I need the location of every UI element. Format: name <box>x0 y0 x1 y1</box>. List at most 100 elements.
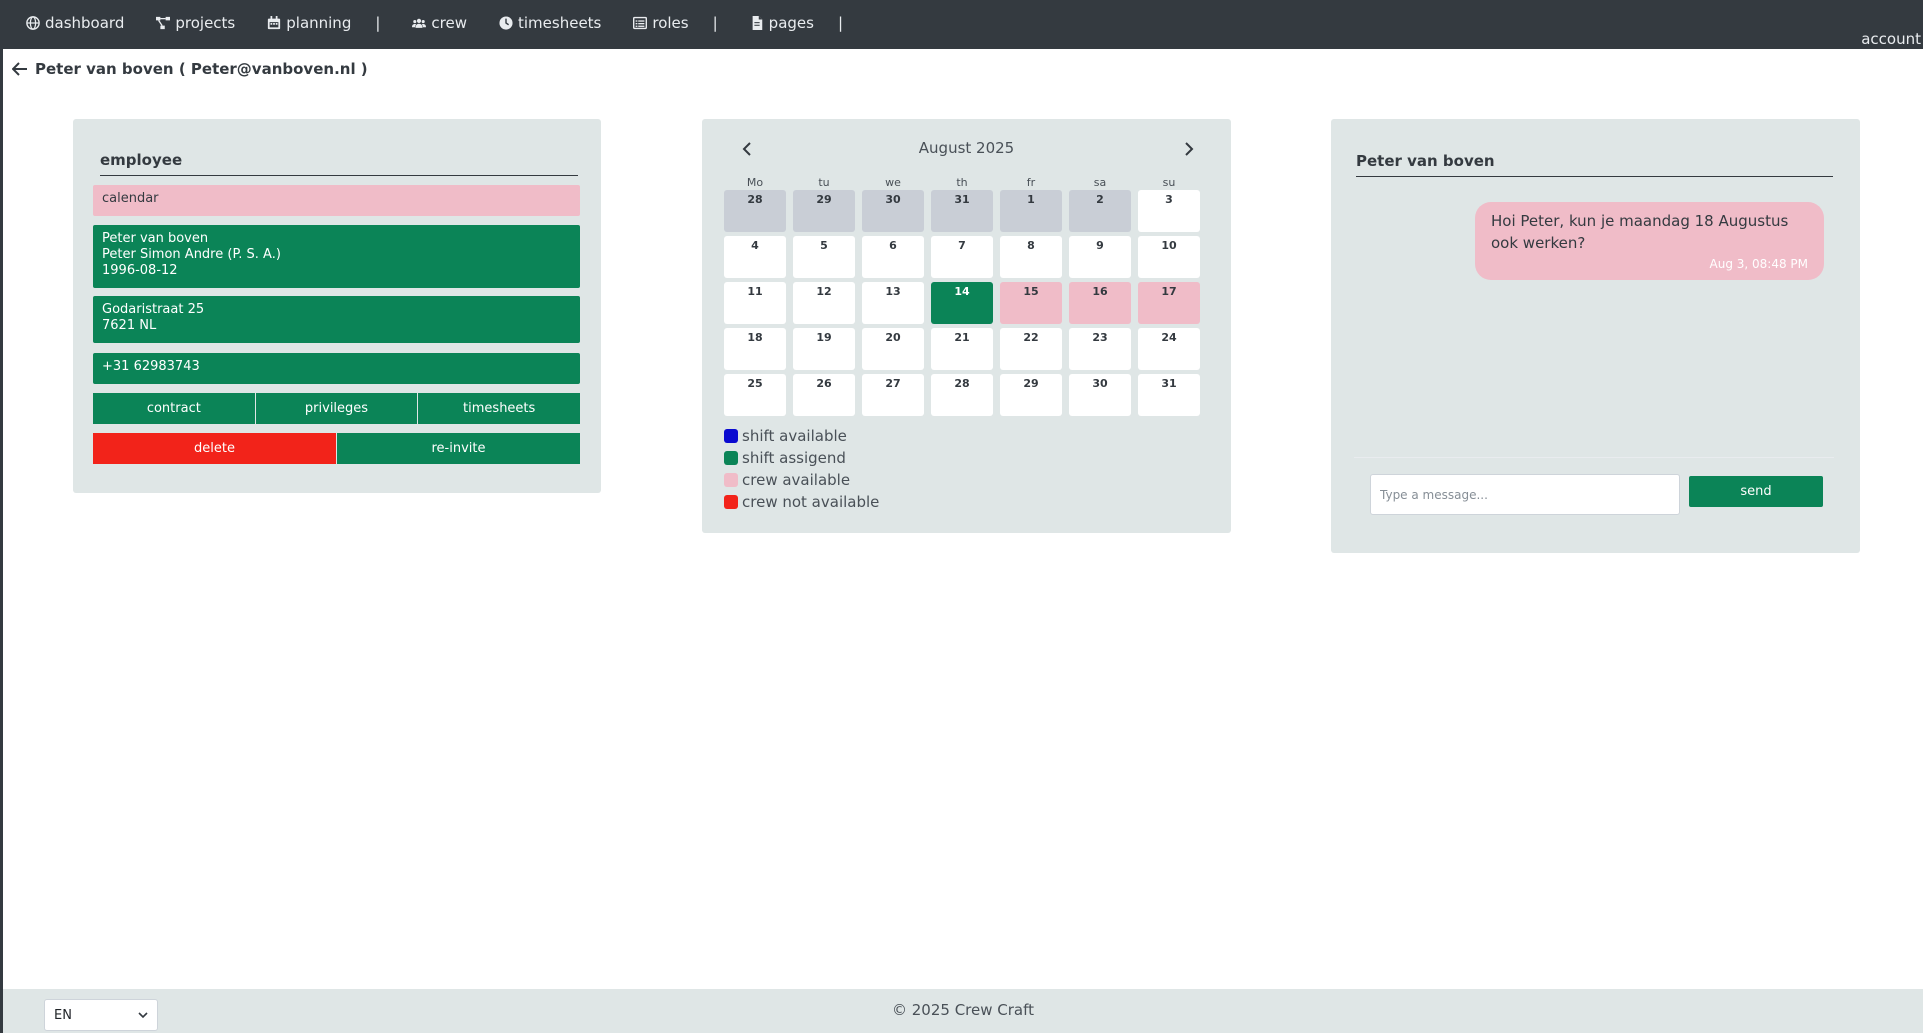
nav-separator: | <box>837 14 844 32</box>
calendar-day[interactable]: 15 <box>1000 282 1062 324</box>
calendar-day[interactable]: 6 <box>862 236 924 278</box>
privileges-button[interactable]: privileges <box>255 393 419 424</box>
contract-button[interactable]: contract <box>93 393 256 424</box>
nav-menu: dashboard projects planning | crew times… <box>26 14 875 32</box>
nav-separator: | <box>375 14 381 32</box>
calendar-day[interactable]: 1 <box>1000 190 1062 232</box>
legend-item: shift available <box>724 425 879 447</box>
calendar-day[interactable]: 14 <box>931 282 993 324</box>
calendar-day[interactable]: 30 <box>862 190 924 232</box>
project-diagram-icon <box>156 16 171 30</box>
calendar-day[interactable]: 27 <box>862 374 924 416</box>
calendar-day[interactable]: 20 <box>862 328 924 370</box>
calendar-day[interactable]: 31 <box>931 190 993 232</box>
message-input[interactable] <box>1370 474 1680 515</box>
calendar-day[interactable]: 29 <box>793 190 855 232</box>
legend-swatch <box>724 473 738 487</box>
chat-panel: Peter van boven Hoi Peter, kun je maanda… <box>1331 119 1860 553</box>
weekday-label: Mo <box>746 176 764 189</box>
weekday-label: su <box>1162 176 1176 189</box>
legend-item: crew not available <box>724 491 879 513</box>
employee-birthdate: 1996-08-12 <box>102 263 178 278</box>
globe-icon <box>26 16 40 30</box>
nav-timesheets[interactable]: timesheets <box>499 14 601 32</box>
calendar-day[interactable]: 12 <box>793 282 855 324</box>
calendar-day[interactable]: 21 <box>931 328 993 370</box>
calendar-panel: August 2025 Mo tu we th fr sa su 28 29 30 31 1 2 3 4 5… <box>702 119 1231 533</box>
calendar-day[interactable]: 5 <box>793 236 855 278</box>
calendar-day[interactable]: 4 <box>724 236 786 278</box>
timesheets-button[interactable]: timesheets <box>418 393 581 424</box>
calendar-day[interactable]: 26 <box>793 374 855 416</box>
calendar-day[interactable]: 3 <box>1138 190 1200 232</box>
nav-crew-label: crew <box>431 14 467 32</box>
calendar-day[interactable]: 19 <box>793 328 855 370</box>
calendar-day[interactable]: 11 <box>724 282 786 324</box>
calendar-header: August 2025 <box>702 137 1231 161</box>
nav-planning[interactable]: planning <box>267 14 351 32</box>
clock-icon <box>499 16 513 30</box>
employee-danger-actions: delete re-invite <box>93 433 580 464</box>
employee-address-card[interactable]: Godaristraat 25 7621 NL <box>93 296 580 343</box>
calendar-day[interactable]: 25 <box>724 374 786 416</box>
weekday-label: sa <box>1093 176 1107 189</box>
legend-item: shift assigend <box>724 447 879 469</box>
nav-roles[interactable]: roles <box>633 14 689 32</box>
weekday-header: Mo tu we th fr sa su <box>724 176 1209 190</box>
calendar-day[interactable]: 9 <box>1069 236 1131 278</box>
reinvite-button[interactable]: re-invite <box>337 433 580 464</box>
arrow-left-icon[interactable] <box>12 62 28 76</box>
delete-button[interactable]: delete <box>93 433 337 464</box>
calendar-day[interactable]: 31 <box>1138 374 1200 416</box>
calendar-day[interactable]: 28 <box>931 374 993 416</box>
nav-crew[interactable]: crew <box>412 14 467 32</box>
legend-swatch <box>724 495 738 509</box>
nav-dashboard[interactable]: dashboard <box>26 14 124 32</box>
calendar-day[interactable]: 23 <box>1069 328 1131 370</box>
calendar-day[interactable]: 30 <box>1069 374 1131 416</box>
account-link[interactable]: account <box>1861 30 1921 48</box>
chat-message: Hoi Peter, kun je maandag 18 Augustus oo… <box>1475 202 1824 280</box>
nav-roles-label: roles <box>652 14 689 32</box>
legend-label: shift available <box>742 427 847 445</box>
calendar-day[interactable]: 8 <box>1000 236 1062 278</box>
calendar-day[interactable]: 16 <box>1069 282 1131 324</box>
calendar-day[interactable]: 7 <box>931 236 993 278</box>
weekday-label: th <box>956 176 968 189</box>
chat-message-time: Aug 3, 08:48 PM <box>1709 257 1809 271</box>
calendar-day[interactable]: 22 <box>1000 328 1062 370</box>
calendar-icon <box>268 16 281 30</box>
users-icon <box>412 18 427 28</box>
calendar-day[interactable]: 13 <box>862 282 924 324</box>
footer: EN © 2025 Crew Craft <box>3 989 1923 1033</box>
send-button[interactable]: send <box>1689 476 1823 507</box>
employee-full-name: Peter Simon Andre (P. S. A.) <box>102 247 281 262</box>
page-header: Peter van boven ( Peter@vanboven.nl ) <box>12 60 368 78</box>
calendar-day[interactable]: 29 <box>1000 374 1062 416</box>
calendar-day[interactable]: 10 <box>1138 236 1200 278</box>
employee-phone[interactable]: +31 62983743 <box>93 353 580 384</box>
nav-pages[interactable]: pages <box>750 14 814 32</box>
employee-postal: 7621 NL <box>102 318 157 333</box>
employee-panel-title: employee <box>100 151 578 176</box>
nav-separator: | <box>712 14 718 32</box>
chat-divider <box>1354 457 1834 458</box>
weekday-label: tu <box>818 176 830 189</box>
nav-pages-label: pages <box>768 14 814 32</box>
calendar-day[interactable]: 24 <box>1138 328 1200 370</box>
calendar-day[interactable]: 18 <box>724 328 786 370</box>
list-icon <box>633 16 648 30</box>
calendar-day[interactable]: 2 <box>1069 190 1131 232</box>
calendar-legend: shift available shift assigend crew availa… <box>724 425 879 513</box>
legend-swatch <box>724 451 738 465</box>
calendar-days: 28 29 30 31 1 2 3 4 5 6 7 8 9 10 11 12 13 14 15 16 17 18 19 20 2… <box>724 190 1209 416</box>
employee-name-card[interactable]: Peter van boven Peter Simon Andre (P. S.… <box>93 225 580 288</box>
calendar-bar[interactable]: calendar <box>93 185 580 216</box>
employee-actions: contract privileges timesheets <box>93 393 581 424</box>
calendar-day[interactable]: 17 <box>1138 282 1200 324</box>
weekday-label: we <box>885 176 901 189</box>
nav-projects[interactable]: projects <box>156 14 235 32</box>
calendar-day[interactable]: 28 <box>724 190 786 232</box>
chat-title: Peter van boven <box>1356 152 1833 177</box>
chevron-right-icon[interactable] <box>1182 141 1196 157</box>
